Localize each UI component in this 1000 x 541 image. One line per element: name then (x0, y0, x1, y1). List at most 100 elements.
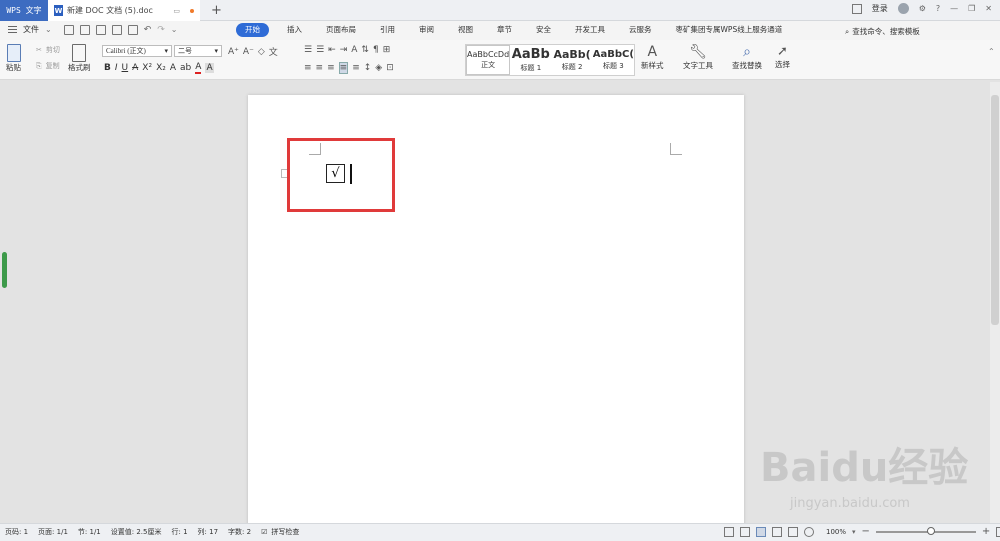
char-shading-icon[interactable]: A (205, 63, 214, 73)
window-icon[interactable]: ▭ (173, 7, 180, 15)
chevron-down-icon[interactable]: ⌄ (45, 25, 52, 34)
justify-icon[interactable]: ≡ (338, 62, 349, 74)
zoom-level[interactable]: 100% (826, 528, 846, 536)
status-section[interactable]: 节: 1/1 (78, 527, 101, 537)
bullets-icon[interactable]: ☰ (304, 45, 312, 55)
font-color-icon[interactable]: A (195, 62, 202, 74)
sort-icon[interactable]: ⇅ (361, 45, 369, 55)
zoom-out-icon[interactable]: − (862, 526, 870, 537)
align-right-icon[interactable]: ≡ (327, 63, 335, 73)
status-word-count[interactable]: 字数: 2 (228, 527, 251, 537)
read-mode-icon[interactable] (740, 526, 750, 537)
increase-indent-icon[interactable]: ⇥ (340, 45, 348, 55)
restore-icon[interactable]: ❐ (968, 4, 975, 13)
app-tab[interactable]: WPS 文字 (0, 0, 48, 21)
style-heading-3[interactable]: AaBbC( 标题 3 (593, 45, 634, 75)
text-tools-button[interactable]: 🔧︎ 文字工具 (683, 44, 713, 71)
show-marks-icon[interactable]: ¶ (373, 45, 379, 55)
paste-button[interactable]: 粘贴 (6, 44, 21, 73)
strikethrough-icon[interactable]: A (132, 63, 138, 73)
status-page-code[interactable]: 页码: 1 (5, 527, 28, 537)
line-spacing-icon[interactable]: ↕ (364, 63, 372, 73)
collapse-ribbon-icon[interactable]: ⌃ (988, 47, 995, 56)
eye-protect-icon[interactable] (804, 526, 814, 537)
page-view-icon[interactable] (756, 526, 766, 537)
tab-cloud[interactable]: 云服务 (617, 23, 664, 37)
select-button[interactable]: ➚ 选择 (775, 44, 790, 70)
undo-icon[interactable]: ↶ (144, 25, 152, 35)
underline-icon[interactable]: U (122, 63, 129, 73)
superscript-icon[interactable]: X² (142, 63, 152, 73)
tab-home[interactable]: 开始 (236, 23, 269, 37)
style-heading-1[interactable]: AaBb 标题 1 (510, 45, 551, 75)
copy-button[interactable]: ⎘ 复制 (36, 61, 60, 71)
help-icon[interactable]: ? (936, 4, 940, 13)
text-effect-icon[interactable]: A (170, 63, 176, 73)
new-tab-button[interactable]: + (211, 3, 222, 18)
customize-icon[interactable]: ⌄ (171, 25, 178, 34)
tab-custom-service[interactable]: 枣矿集团专属WPS线上服务通道 (664, 23, 795, 37)
status-pages[interactable]: 页面: 1/1 (38, 527, 68, 537)
tab-security[interactable]: 安全 (524, 23, 563, 37)
login-link[interactable]: 登录 (872, 3, 888, 14)
zoom-slider-knob[interactable] (926, 526, 935, 535)
numbering-icon[interactable]: ☰ (316, 45, 324, 55)
table-icon[interactable]: ⊞ (383, 45, 391, 55)
bold-icon[interactable]: B (104, 63, 111, 73)
highlight-icon[interactable]: ab (180, 63, 191, 73)
avatar[interactable] (897, 3, 909, 14)
align-center-icon[interactable]: ≡ (316, 63, 324, 73)
find-replace-button[interactable]: ⌕ 查找替换 (732, 44, 762, 71)
close-icon[interactable]: ✕ (985, 4, 992, 13)
vertical-scroll-thumb[interactable] (991, 95, 999, 325)
grow-font-icon[interactable]: A⁺ (228, 47, 239, 57)
print-preview-icon[interactable] (127, 24, 138, 35)
spell-check-button[interactable]: ☑ 拼写检查 (261, 527, 299, 537)
command-search[interactable]: ⌕ 查找命令、搜索模板 (845, 26, 920, 37)
new-style-button[interactable]: A 新样式 (641, 44, 664, 71)
tab-chapter[interactable]: 章节 (485, 23, 524, 37)
decrease-indent-icon[interactable]: ⇤ (328, 45, 336, 55)
borders-icon[interactable]: ⊡ (386, 63, 394, 73)
skin-icon[interactable]: ⚙ (919, 4, 926, 13)
font-name-select[interactable]: Calibri (正文) ▾ (102, 45, 172, 57)
zoom-dropdown-icon[interactable]: ▾ (852, 528, 856, 536)
shading-icon[interactable]: ◈ (375, 63, 382, 73)
document-tab[interactable]: W 新建 DOC 文档 (5).doc ▭ (48, 0, 200, 21)
tab-page-layout[interactable]: 页面布局 (314, 23, 368, 37)
style-normal[interactable]: AaBbCcDd 正文 (466, 45, 511, 75)
zoom-in-icon[interactable]: + (982, 526, 990, 537)
subscript-icon[interactable]: X₂ (156, 63, 166, 73)
minimize-icon[interactable]: — (950, 4, 958, 13)
tab-developer[interactable]: 开发工具 (563, 23, 617, 37)
format-painter-button[interactable]: 格式刷 (68, 44, 91, 73)
tab-insert[interactable]: 插入 (275, 23, 314, 37)
web-view-icon[interactable] (788, 526, 798, 537)
tab-review[interactable]: 审阅 (407, 23, 446, 37)
font-size-select[interactable]: 二号 ▾ (174, 45, 222, 57)
fit-page-icon[interactable] (996, 526, 1000, 537)
phonetic-icon[interactable]: 文 (269, 45, 278, 58)
file-menu-button[interactable]: 文件 (23, 24, 39, 35)
tab-view[interactable]: 视图 (446, 23, 485, 37)
outline-view-icon[interactable] (772, 526, 782, 537)
italic-icon[interactable]: I (115, 63, 118, 73)
export-pdf-icon[interactable] (95, 24, 106, 35)
shrink-font-icon[interactable]: A⁻ (243, 47, 254, 57)
open-icon[interactable] (63, 24, 74, 35)
save-icon[interactable] (79, 24, 90, 35)
distribute-icon[interactable]: ≡ (352, 63, 360, 73)
menu-icon[interactable] (8, 26, 17, 33)
cut-button[interactable]: ✂ 剪切 (36, 45, 60, 55)
style-heading-2[interactable]: AaBb( 标题 2 (551, 45, 592, 75)
redo-icon[interactable]: ↷ (157, 25, 165, 35)
zoom-slider[interactable] (875, 526, 976, 535)
print-icon[interactable] (111, 24, 122, 35)
clear-format-icon[interactable]: ◇ (258, 47, 265, 57)
align-left-icon[interactable]: ≡ (304, 63, 312, 73)
chinese-layout-icon[interactable]: A (351, 45, 357, 55)
fullscreen-icon[interactable] (724, 526, 734, 537)
tab-references[interactable]: 引用 (368, 23, 407, 37)
status-setting[interactable]: 设置值: 2.5厘米 (111, 527, 162, 537)
layout-icon[interactable] (851, 3, 862, 14)
